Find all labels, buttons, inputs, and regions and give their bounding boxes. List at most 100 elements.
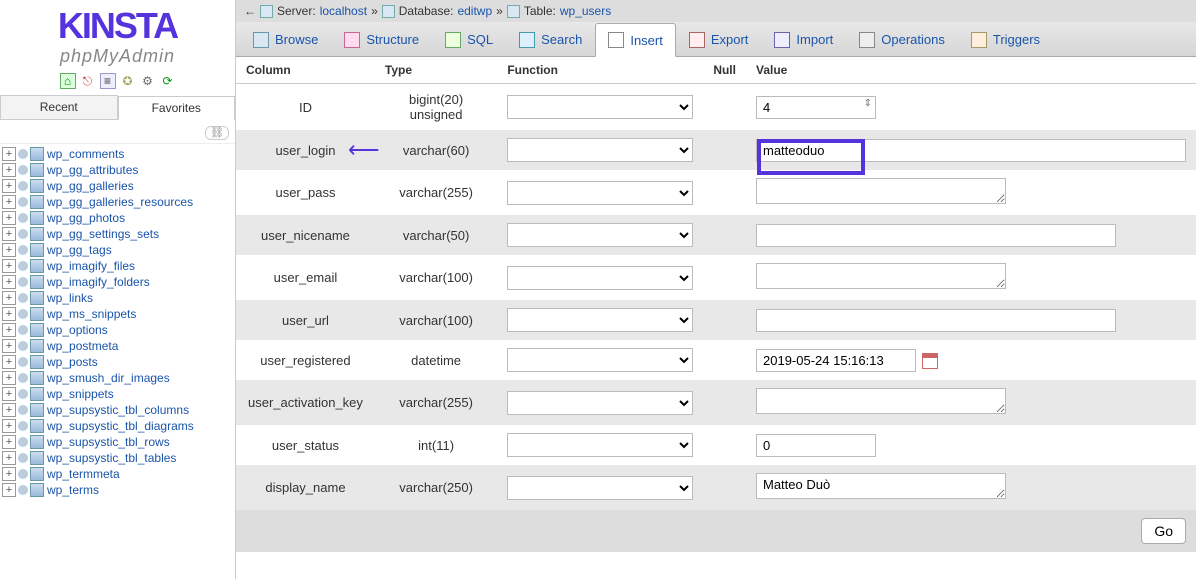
expand-icon[interactable]: + [2,163,16,177]
tree-item-wp_termmeta[interactable]: +wp_termmeta [2,466,231,482]
tab-import[interactable]: Import [761,22,846,56]
expand-icon[interactable]: + [2,387,16,401]
function-select-user_pass[interactable] [507,181,693,205]
function-select-user_url[interactable] [507,308,693,332]
tree-item-wp_gg_galleries[interactable]: +wp_gg_galleries [2,178,231,194]
docs-icon[interactable]: ≡ [100,73,116,89]
tree-item-wp_supsystic_tbl_tables[interactable]: +wp_supsystic_tbl_tables [2,450,231,466]
tree-item-wp_supsystic_tbl_diagrams[interactable]: +wp_supsystic_tbl_diagrams [2,418,231,434]
function-select-user_status[interactable] [507,433,693,457]
expand-icon[interactable]: + [2,147,16,161]
table-icon [30,195,44,209]
value-display_name[interactable]: Matteo Duò [756,473,1006,499]
expand-icon[interactable]: + [2,227,16,241]
value-user_url[interactable] [756,309,1116,332]
go-button[interactable]: Go [1141,518,1186,544]
tree-item-wp_options[interactable]: +wp_options [2,322,231,338]
settings-icon[interactable]: ⚙ [140,73,156,89]
value-user_login[interactable] [756,139,1186,162]
value-user_pass[interactable] [756,178,1006,204]
expand-icon[interactable]: + [2,371,16,385]
expand-icon[interactable]: + [2,243,16,257]
value-user_email[interactable] [756,263,1006,289]
server-link[interactable]: localhost [320,4,367,18]
expand-icon[interactable]: + [2,451,16,465]
tab-sql[interactable]: SQL [432,22,506,56]
tab-browse[interactable]: Browse [240,22,331,56]
function-select-user_email[interactable] [507,266,693,290]
null-cell [703,130,746,170]
link-icon[interactable]: ⛓ [205,126,229,140]
function-select-user_nicename[interactable] [507,223,693,247]
tree-item-wp_imagify_files[interactable]: +wp_imagify_files [2,258,231,274]
tree-item-wp_terms[interactable]: +wp_terms [2,482,231,498]
expand-icon[interactable]: + [2,483,16,497]
tree-item-wp_links[interactable]: +wp_links [2,290,231,306]
tree-item-wp_posts[interactable]: +wp_posts [2,354,231,370]
tree-item-wp_imagify_folders[interactable]: +wp_imagify_folders [2,274,231,290]
expand-icon[interactable]: + [2,275,16,289]
tree-item-wp_supsystic_tbl_rows[interactable]: +wp_supsystic_tbl_rows [2,434,231,450]
tree-item-wp_gg_settings_sets[interactable]: + wp_gg_settings_sets [2,226,231,242]
value-user_activation_key[interactable] [756,388,1006,414]
expand-icon[interactable]: + [2,467,16,481]
expand-icon[interactable]: + [2,355,16,369]
tree-label: wp_gg_tags [47,243,112,257]
tree-item-wp_postmeta[interactable]: +wp_postmeta [2,338,231,354]
expand-icon[interactable]: + [2,323,16,337]
value-user_nicename[interactable] [756,224,1116,247]
tab-export[interactable]: Export [676,22,762,56]
expand-icon[interactable]: + [2,435,16,449]
expand-icon[interactable]: + [2,259,16,273]
tree-item-wp_smush_dir_images[interactable]: +wp_smush_dir_images [2,370,231,386]
expand-icon[interactable]: + [2,179,16,193]
logout-icon[interactable]: ⎋ [80,73,96,89]
tree-item-wp_snippets[interactable]: +wp_snippets [2,386,231,402]
expand-icon[interactable]: + [2,195,16,209]
tab-favorites[interactable]: Favorites [118,96,236,120]
table-icon [30,451,44,465]
calendar-icon[interactable] [922,353,938,369]
expand-icon[interactable]: + [2,307,16,321]
expand-icon[interactable]: + [2,291,16,305]
tab-recent[interactable]: Recent [0,95,118,119]
tree-item-wp_gg_galleries_resources[interactable]: +wp_gg_galleries_resources [2,194,231,210]
function-select-display_name[interactable] [507,476,693,500]
table-icon [30,435,44,449]
function-select-user_registered[interactable] [507,348,693,372]
home-icon[interactable]: ⌂ [60,73,76,89]
tree-item-wp_comments[interactable]: +wp_comments [2,146,231,162]
value-user_registered[interactable] [756,349,916,372]
bullet-icon [18,293,28,303]
breadcrumb-collapse-icon[interactable]: ← [244,4,256,18]
db-link[interactable]: editwp [457,4,492,18]
expand-icon[interactable]: + [2,339,16,353]
tab-search[interactable]: Search [506,22,595,56]
expand-icon[interactable]: + [2,403,16,417]
table-icon [30,307,44,321]
tab-operations[interactable]: Operations [846,22,958,56]
sql-icon [445,32,461,48]
reload-icon[interactable]: ⟳ [160,73,176,89]
tree-item-wp_supsystic_tbl_columns[interactable]: +wp_supsystic_tbl_columns [2,402,231,418]
tab-structure[interactable]: Structure [331,22,432,56]
function-select-ID[interactable] [507,95,693,119]
value-ID[interactable] [756,96,876,119]
tree-item-wp_ms_snippets[interactable]: +wp_ms_snippets [2,306,231,322]
expand-icon[interactable]: + [2,211,16,225]
nav-icon[interactable]: ✪ [120,73,136,89]
value-user_status[interactable] [756,434,876,457]
colname: user_registered [236,340,375,380]
function-select-user_login[interactable] [507,138,693,162]
tab-triggers[interactable]: Triggers [958,22,1053,56]
row-display_name: display_namevarchar(250)Matteo Duò [236,465,1196,510]
tree-item-wp_gg_attributes[interactable]: +wp_gg_attributes [2,162,231,178]
function-select-user_activation_key[interactable] [507,391,693,415]
tab-insert[interactable]: Insert [595,23,676,57]
export-icon [689,32,705,48]
expand-icon[interactable]: + [2,419,16,433]
tree-label: wp_gg_settings_sets [47,227,159,241]
table-link[interactable]: wp_users [560,4,611,18]
tree-item-wp_gg_tags[interactable]: + wp_gg_tags [2,242,231,258]
tree-item-wp_gg_photos[interactable]: +wp_gg_photos [2,210,231,226]
